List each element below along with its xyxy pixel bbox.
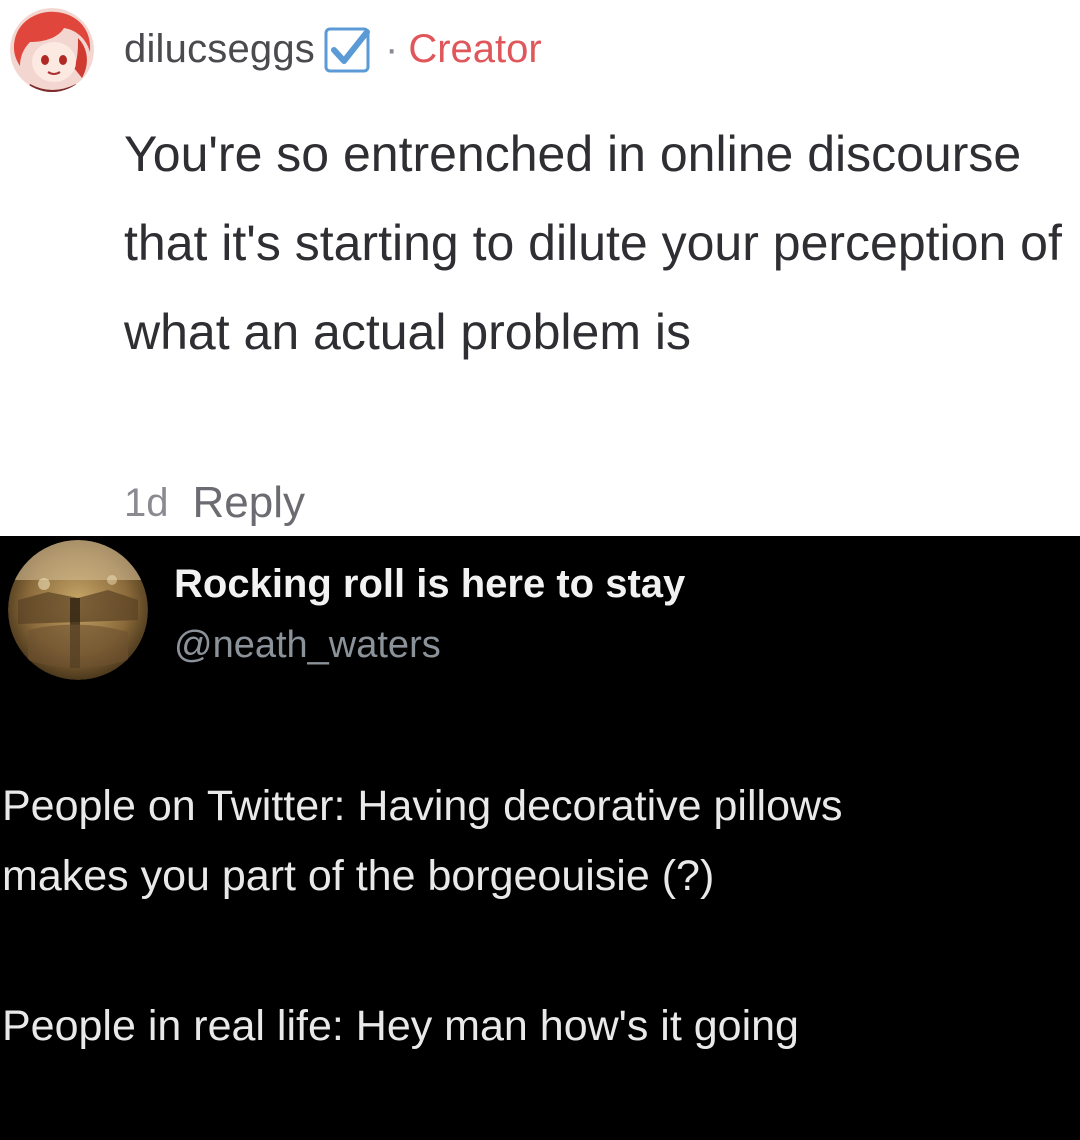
tweet-text-line: People on Twitter: Having decorative pil… xyxy=(2,782,843,830)
username[interactable]: dilucseggs xyxy=(124,27,315,72)
tweet-avatar[interactable] xyxy=(8,540,148,680)
reply-button[interactable]: Reply xyxy=(193,478,306,528)
meme-screenshot: dilucseggs · Creator You're so entrenche… xyxy=(0,0,1080,1140)
comment-card: dilucseggs · Creator You're so entrenche… xyxy=(0,0,1080,536)
display-name[interactable]: Rocking roll is here to stay xyxy=(174,562,685,607)
anime-avatar-icon xyxy=(10,8,94,92)
comment-header: dilucseggs · Creator xyxy=(124,24,542,74)
comment-text: You're so entrenched in online discourse… xyxy=(124,126,1062,360)
separator-dot: · xyxy=(385,26,399,71)
tweet-card: Rocking roll is here to stay @neath_wate… xyxy=(0,536,1080,1140)
commenter-avatar[interactable] xyxy=(10,8,94,92)
user-handle[interactable]: @neath_waters xyxy=(174,624,441,667)
verified-badge-icon xyxy=(323,24,373,74)
sepia-photo-avatar-icon xyxy=(8,540,148,680)
timestamp: 1d xyxy=(124,480,169,525)
creator-label: Creator xyxy=(408,26,542,71)
tweet-text-line: makes you part of the borgeouisie (?) xyxy=(2,852,715,900)
tweet-text-line: People in real life: Hey man how's it go… xyxy=(2,1002,799,1050)
comment-meta: 1d Reply xyxy=(124,478,305,528)
